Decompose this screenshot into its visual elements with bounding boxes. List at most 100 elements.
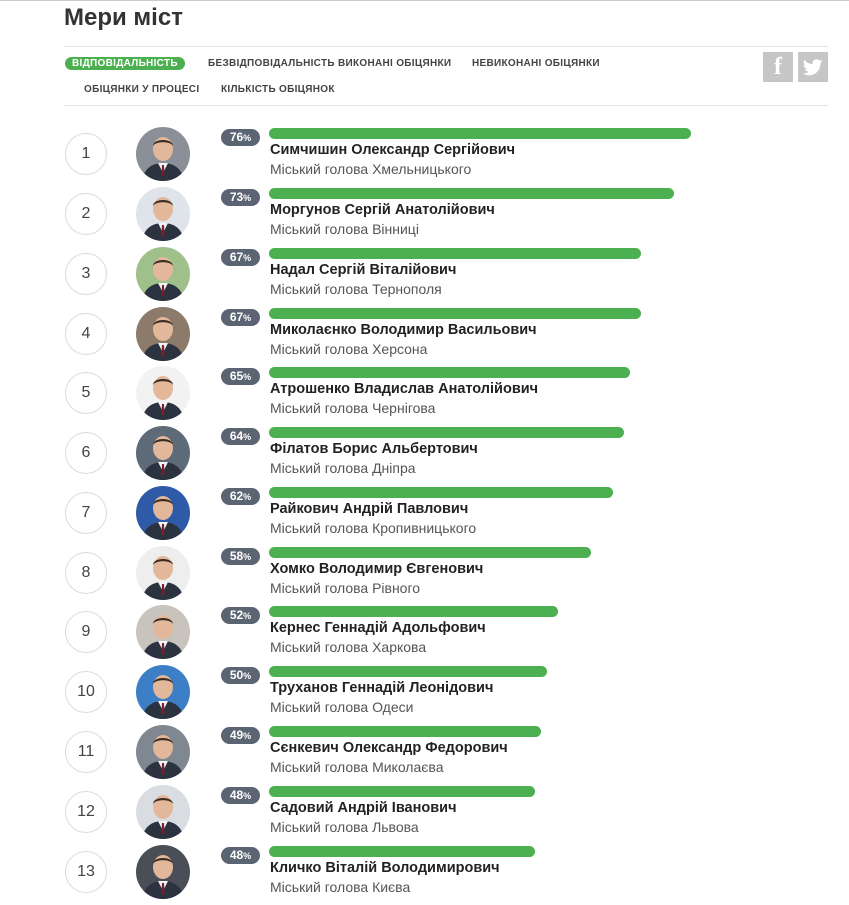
rank-badge: 1 bbox=[65, 133, 107, 175]
mayor-row: 9 52% Кернес Геннадій Адольфович Міський го… bbox=[0, 605, 849, 665]
rating-bar bbox=[269, 188, 674, 199]
avatar[interactable] bbox=[136, 247, 190, 301]
percent-badge: 67% bbox=[221, 249, 260, 266]
mayor-name[interactable]: Моргунов Сергій Анатолійович bbox=[270, 202, 495, 218]
rating-bar bbox=[269, 487, 613, 498]
percent-badge: 50% bbox=[221, 667, 260, 684]
avatar[interactable] bbox=[136, 307, 190, 361]
mayor-position: Міський голова Рівного bbox=[270, 580, 421, 596]
tab-unfulfilled-promises[interactable]: НЕВИКОНАНІ ОБІЦЯНКИ bbox=[472, 58, 600, 69]
twitter-icon bbox=[803, 58, 823, 75]
rating-bar bbox=[269, 427, 624, 438]
tab-promises-in-progress[interactable]: ОБІЦЯНКИ У ПРОЦЕСІ bbox=[84, 84, 199, 95]
percent-sign: % bbox=[243, 851, 252, 861]
tab-fulfilled-promises[interactable]: ВИКОНАНІ ОБІЦЯНКИ bbox=[338, 58, 451, 69]
avatar[interactable] bbox=[136, 426, 190, 480]
mayor-name[interactable]: Сєнкевич Олександр Федорович bbox=[270, 740, 508, 756]
mayor-row: 2 73% Моргунов Сергій Анатолійович Міський … bbox=[0, 187, 849, 247]
mayor-name[interactable]: Хомко Володимир Євгенович bbox=[270, 561, 483, 577]
rating-bar bbox=[269, 308, 641, 319]
rank-badge: 8 bbox=[65, 552, 107, 594]
percent-badge: 76% bbox=[221, 129, 260, 146]
mayor-position: Міський голова Харкова bbox=[270, 639, 427, 655]
percent-value: 67 bbox=[229, 310, 244, 324]
mayor-position: Міський голова Тернополя bbox=[270, 281, 442, 297]
mayor-name[interactable]: Миколаєнко Володимир Васильович bbox=[270, 322, 537, 338]
percent-sign: % bbox=[243, 552, 252, 562]
avatar[interactable] bbox=[136, 605, 190, 659]
percent-badge: 65% bbox=[221, 368, 260, 385]
percent-badge: 62% bbox=[221, 488, 260, 505]
rank-badge: 13 bbox=[65, 851, 107, 893]
rating-bar bbox=[269, 547, 591, 558]
mayor-name[interactable]: Симчишин Олександр Сергійович bbox=[270, 142, 515, 158]
mayor-name[interactable]: Труханов Геннадій Леонідович bbox=[270, 680, 493, 696]
percent-badge: 64% bbox=[221, 428, 260, 445]
page-title: Мери міст bbox=[64, 4, 183, 31]
avatar[interactable] bbox=[136, 725, 190, 779]
avatar[interactable] bbox=[136, 785, 190, 839]
avatar[interactable] bbox=[136, 665, 190, 719]
percent-value: 50 bbox=[229, 668, 244, 682]
tab-responsibility[interactable]: ВІДПОВІДАЛЬНІСТЬ bbox=[65, 57, 185, 70]
percent-value: 64 bbox=[229, 429, 244, 443]
tab-irresponsibility[interactable]: БЕЗВІДПОВІДАЛЬНІСТЬ bbox=[208, 58, 335, 69]
rank-badge: 9 bbox=[65, 611, 107, 653]
percent-badge: 49% bbox=[221, 727, 260, 744]
mayor-name[interactable]: Атрошенко Владислав Анатолійович bbox=[270, 381, 538, 397]
mayor-row: 5 65% Атрошенко Владислав Анатолійович Місь… bbox=[0, 366, 849, 426]
avatar[interactable] bbox=[136, 546, 190, 600]
rating-bar bbox=[269, 128, 691, 139]
mayor-row: 6 64% Філатов Борис Альбертович Міський гол… bbox=[0, 426, 849, 486]
percent-sign: % bbox=[243, 611, 252, 621]
mayor-position: Міський голова Кропивницького bbox=[270, 520, 477, 536]
mayor-name[interactable]: Філатов Борис Альбертович bbox=[270, 441, 478, 457]
rating-bar bbox=[269, 846, 535, 857]
mayor-row: 11 49% Сєнкевич Олександр Федорович Міський… bbox=[0, 725, 849, 785]
percent-sign: % bbox=[243, 671, 252, 681]
mayor-position: Міський голова Одеси bbox=[270, 699, 414, 715]
percent-value: 48 bbox=[229, 848, 244, 862]
mayor-row: 10 50% Труханов Геннадій Леонідович Міський… bbox=[0, 665, 849, 725]
mayor-name[interactable]: Садовий Андрій Іванович bbox=[270, 800, 456, 816]
percent-sign: % bbox=[243, 492, 252, 502]
percent-value: 73 bbox=[229, 190, 244, 204]
divider-top bbox=[64, 46, 828, 47]
avatar[interactable] bbox=[136, 845, 190, 899]
mayor-name[interactable]: Надал Сергій Віталійович bbox=[270, 262, 456, 278]
rank-badge: 10 bbox=[65, 671, 107, 713]
mayor-position: Міський голова Києва bbox=[270, 879, 411, 895]
mayor-position: Міський голова Вінниці bbox=[270, 221, 419, 237]
percent-badge: 58% bbox=[221, 548, 260, 565]
rank-badge: 5 bbox=[65, 372, 107, 414]
avatar[interactable] bbox=[136, 127, 190, 181]
percent-value: 52 bbox=[229, 608, 244, 622]
percent-value: 65 bbox=[229, 369, 244, 383]
mayor-name[interactable]: Кернес Геннадій Адольфович bbox=[270, 620, 486, 636]
percent-sign: % bbox=[243, 731, 252, 741]
avatar[interactable] bbox=[136, 366, 190, 420]
percent-value: 58 bbox=[229, 549, 244, 563]
mayor-row: 12 48% Садовий Андрій Іванович Міський голо… bbox=[0, 785, 849, 845]
percent-value: 49 bbox=[229, 728, 244, 742]
percent-badge: 48% bbox=[221, 787, 260, 804]
rating-bar bbox=[269, 786, 535, 797]
percent-value: 62 bbox=[229, 489, 244, 503]
percent-sign: % bbox=[243, 791, 252, 801]
mayor-row: 3 67% Надал Сергій Віталійович Міський голо… bbox=[0, 247, 849, 307]
facebook-button[interactable]: f bbox=[763, 52, 793, 82]
percent-sign: % bbox=[243, 133, 252, 143]
rank-badge: 2 bbox=[65, 193, 107, 235]
twitter-button[interactable] bbox=[798, 52, 828, 82]
mayor-position: Міський голова Львова bbox=[270, 819, 419, 835]
percent-sign: % bbox=[243, 193, 252, 203]
tab-promise-count[interactable]: КІЛЬКІСТЬ ОБІЦЯНОК bbox=[221, 84, 335, 95]
avatar[interactable] bbox=[136, 187, 190, 241]
mayor-row: 7 62% Райкович Андрій Павлович Міський голо… bbox=[0, 486, 849, 546]
percent-sign: % bbox=[243, 432, 252, 442]
avatar[interactable] bbox=[136, 486, 190, 540]
mayor-name[interactable]: Кличко Віталій Володимирович bbox=[270, 860, 500, 876]
mayor-name[interactable]: Райкович Андрій Павлович bbox=[270, 501, 468, 517]
rating-bar bbox=[269, 248, 641, 259]
mayor-position: Міський голова Чернігова bbox=[270, 400, 436, 416]
